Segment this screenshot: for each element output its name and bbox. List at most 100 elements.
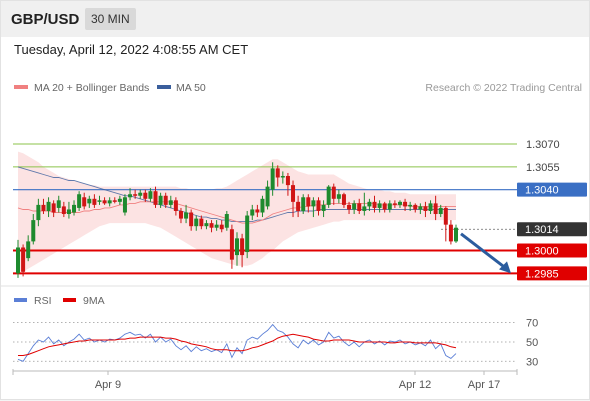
x-tick-label-1: Apr 12 — [399, 379, 431, 391]
candle-body-12 — [77, 194, 82, 208]
candle-body-30 — [168, 200, 173, 205]
candle-body-15 — [92, 198, 97, 205]
candle-body-13 — [82, 197, 87, 207]
candle-body-50 — [270, 168, 275, 190]
candle-body-63 — [336, 194, 341, 199]
candle-body-3 — [31, 220, 36, 242]
legend-swatch-9ma — [63, 298, 76, 302]
candle-body-56 — [301, 197, 306, 211]
candle-body-21 — [122, 197, 127, 213]
legend-swatch-rsi — [14, 298, 27, 302]
candle-body-74 — [392, 203, 397, 205]
candle-body-42 — [229, 229, 234, 260]
candle-body-65 — [347, 204, 352, 210]
chart-legend: MA 20 + Bollinger Bands MA 50 Research ©… — [14, 82, 582, 94]
candle-body-38 — [209, 223, 214, 228]
candle-body-7 — [51, 203, 56, 213]
candle-body-34 — [189, 212, 194, 227]
candle-body-53 — [285, 175, 290, 186]
candle-body-51 — [275, 168, 280, 178]
candle-body-39 — [214, 224, 219, 228]
candle-body-32 — [178, 210, 183, 219]
candle-body-59 — [316, 200, 321, 211]
legend-credit: Research © 2022 Trading Central — [425, 82, 582, 94]
candle-body-27 — [153, 191, 158, 205]
candle-body-14 — [87, 198, 92, 204]
level-label-1: 1.3055 — [526, 162, 560, 174]
price-chart: MA 20 + Bollinger Bands MA 50 Research ©… — [1, 82, 589, 391]
candle-body-6 — [46, 201, 51, 211]
candle-body-22 — [128, 194, 133, 198]
candle-body-41 — [224, 214, 229, 228]
candle-body-20 — [117, 198, 122, 202]
level-label-0: 1.3070 — [526, 139, 560, 151]
candle-body-80 — [423, 206, 428, 211]
candle-body-86 — [454, 227, 458, 242]
candle-body-58 — [311, 200, 316, 207]
candle-body-48 — [260, 198, 265, 213]
rsi-ma9-line — [18, 333, 457, 356]
candle-body-76 — [403, 201, 408, 207]
level-label-2: 1.3040 — [525, 185, 559, 197]
candle-body-40 — [219, 224, 224, 230]
candle-body-66 — [352, 203, 357, 210]
candle-body-36 — [199, 218, 204, 227]
candle-body-8 — [56, 200, 61, 208]
legend-label-ma20: MA 20 + Bollinger Bands — [34, 82, 149, 94]
candle-body-67 — [357, 203, 362, 211]
candle-body-5 — [41, 204, 46, 211]
x-axis: Apr 9 Apr 12 Apr 17 — [12, 369, 518, 391]
candle-body-60 — [321, 204, 326, 211]
candle-body-25 — [143, 192, 148, 199]
rsi-tick-1: 50 — [526, 337, 538, 349]
x-tick-label-2: Apr 17 — [468, 379, 500, 391]
candle-body-31 — [173, 200, 178, 211]
candle-body-62 — [331, 186, 336, 199]
level-label-5: 1.2985 — [525, 268, 559, 280]
candle-body-1 — [21, 247, 26, 272]
rsi-tick-2: 30 — [526, 356, 538, 368]
rsi-panel: 70 50 30 — [13, 318, 538, 368]
legend-swatch-ma50 — [157, 85, 171, 89]
candle-body-72 — [382, 203, 387, 210]
candle-body-69 — [367, 201, 372, 207]
rsi-legend: RSI 9MA — [14, 295, 105, 307]
candle-body-18 — [107, 200, 112, 204]
candle-body-71 — [377, 203, 382, 208]
candle-body-70 — [372, 201, 377, 208]
candle-body-52 — [280, 175, 285, 178]
candle-body-57 — [306, 197, 311, 207]
candle-body-84 — [443, 207, 448, 225]
candle-body-75 — [397, 201, 402, 205]
candle-body-9 — [61, 206, 66, 215]
candle-body-61 — [326, 186, 331, 205]
rsi-tick-0: 70 — [526, 318, 538, 330]
candle-body-82 — [433, 203, 438, 215]
candle-body-85 — [448, 224, 453, 242]
level-label-3: 1.3014 — [525, 224, 559, 236]
candle-body-83 — [438, 207, 443, 215]
candle-body-10 — [66, 209, 71, 215]
x-tick-label-0: Apr 9 — [95, 379, 121, 391]
candle-body-11 — [72, 204, 77, 213]
candle-body-68 — [362, 206, 367, 211]
candle-body-79 — [418, 206, 423, 210]
candle-body-16 — [97, 200, 102, 202]
candle-body-26 — [148, 191, 153, 199]
legend-label-rsi: RSI — [34, 295, 52, 307]
candle-body-4 — [36, 204, 41, 221]
candle-body-43 — [235, 238, 239, 256]
candle-body-28 — [158, 195, 163, 205]
candle-body-46 — [250, 209, 255, 216]
candle-body-44 — [240, 238, 245, 256]
candle-body-33 — [184, 212, 189, 219]
legend-label-ma50: MA 50 — [176, 82, 206, 94]
candle-body-17 — [102, 200, 107, 204]
candle-body-73 — [387, 203, 392, 210]
candle-body-81 — [428, 203, 433, 211]
candle-body-24 — [138, 192, 143, 196]
level-label-4: 1.3000 — [525, 246, 559, 258]
candle-body-77 — [408, 204, 413, 207]
legend-label-9ma: 9MA — [83, 295, 105, 307]
candle-body-54 — [291, 185, 296, 202]
